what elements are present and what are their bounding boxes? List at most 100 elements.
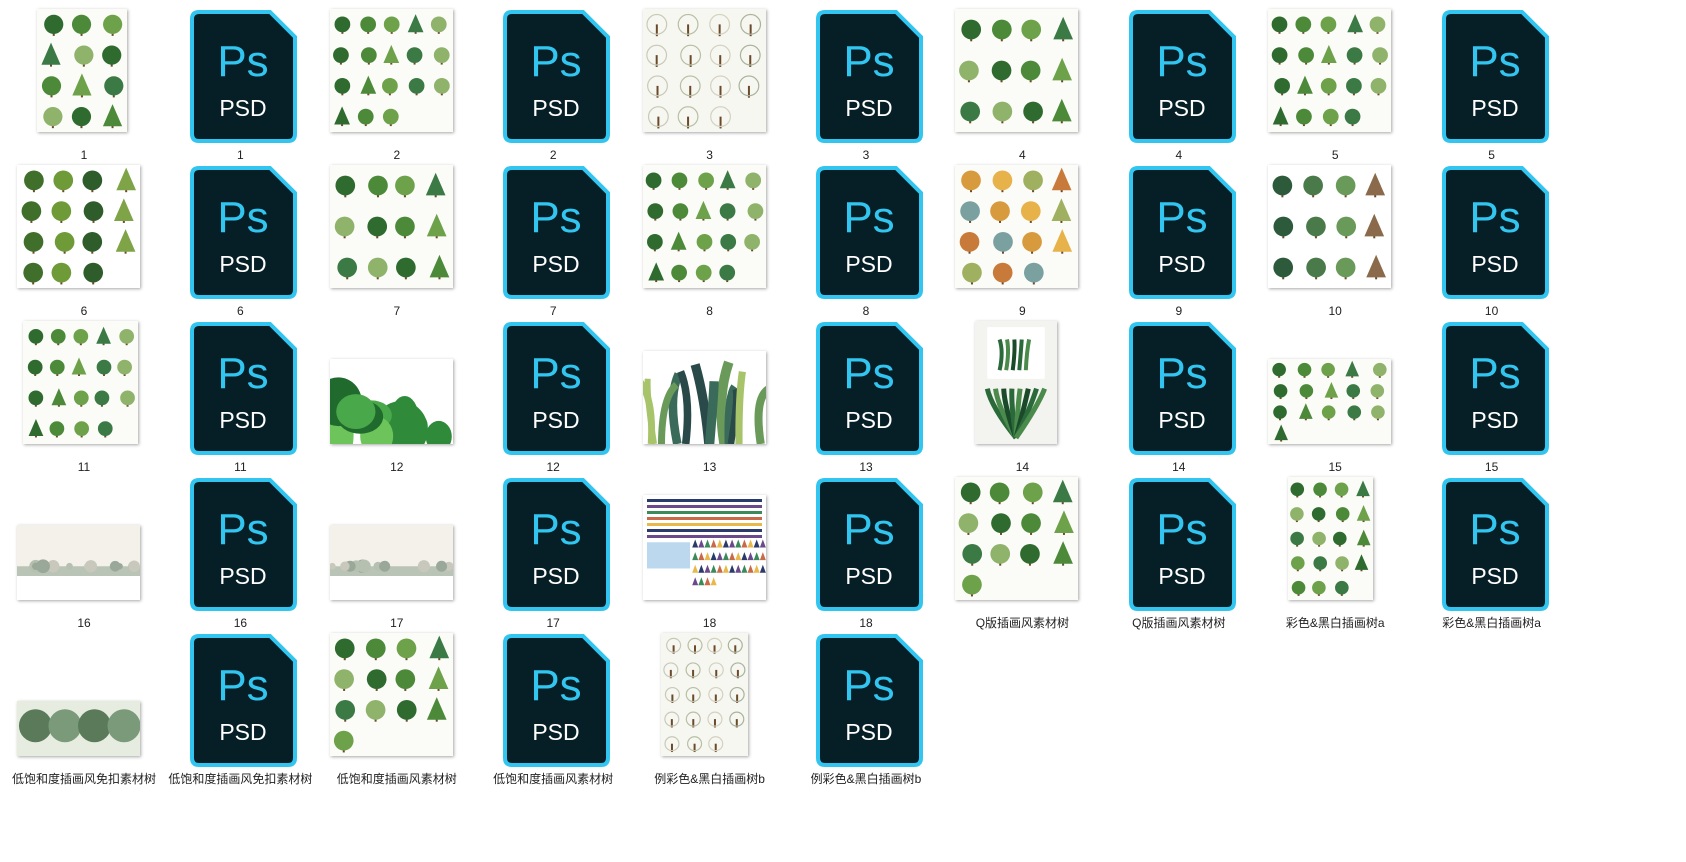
psd-file-item[interactable]: Ps PSD 9 bbox=[1095, 156, 1263, 324]
file-thumbnail: Ps PSD bbox=[782, 156, 950, 302]
psd-file-item[interactable]: Ps PSD 16 bbox=[156, 468, 324, 636]
file-thumbnail bbox=[0, 156, 168, 302]
image-file-item[interactable]: 彩色&黑白插画树a bbox=[1251, 468, 1419, 636]
psd-file-item[interactable]: Ps PSD Q版插画风素材树 bbox=[1095, 468, 1263, 636]
psd-file-item[interactable]: Ps PSD 低饱和度插画风免扣素材树 bbox=[156, 624, 324, 792]
file-thumbnail: Ps PSD bbox=[1095, 156, 1263, 302]
psd-file-item[interactable]: Ps PSD 5 bbox=[1408, 0, 1576, 168]
psd-file-item[interactable]: Ps PSD 8 bbox=[782, 156, 950, 324]
psd-file-item[interactable]: Ps PSD 2 bbox=[469, 0, 637, 168]
file-name-label: 低饱和度插画风素材树 bbox=[493, 772, 614, 786]
psd-text: PSD bbox=[845, 407, 892, 433]
image-file-item[interactable]: 1 bbox=[0, 0, 168, 168]
photoshop-psd-icon: Ps PSD bbox=[503, 10, 611, 143]
bushes-image bbox=[329, 359, 453, 444]
ps-text: Ps bbox=[843, 661, 894, 710]
psd-file-item[interactable]: Ps PSD 13 bbox=[782, 312, 950, 480]
file-thumbnail: Ps PSD bbox=[156, 156, 324, 302]
file-thumbnail bbox=[313, 156, 481, 302]
file-thumbnail: Ps PSD bbox=[1408, 468, 1576, 614]
psd-file-item[interactable]: Ps PSD 6 bbox=[156, 156, 324, 324]
plant-collage-image bbox=[1268, 165, 1392, 288]
psd-file-item[interactable]: Ps PSD 4 bbox=[1095, 0, 1263, 168]
psd-file-item[interactable]: Ps PSD 17 bbox=[469, 468, 637, 636]
image-file-item[interactable]: 8 bbox=[626, 156, 794, 324]
image-file-item[interactable]: 14 bbox=[938, 312, 1106, 480]
photoshop-psd-icon: Ps PSD bbox=[1441, 322, 1549, 455]
psd-file-item[interactable]: Ps PSD 14 bbox=[1095, 312, 1263, 480]
tree-collage-image bbox=[1288, 477, 1374, 600]
file-thumbnail: Ps PSD bbox=[1095, 468, 1263, 614]
tree-sketch-image bbox=[660, 633, 748, 756]
ps-text: Ps bbox=[1156, 349, 1207, 398]
psd-text: PSD bbox=[1471, 407, 1518, 433]
file-name-label: 彩色&黑白插画树a bbox=[1285, 616, 1385, 630]
psd-file-item[interactable]: Ps PSD 7 bbox=[469, 156, 637, 324]
image-file-item[interactable]: 17 bbox=[313, 468, 481, 636]
photoshop-psd-icon: Ps PSD bbox=[1128, 322, 1236, 455]
psd-file-item[interactable]: Ps PSD 12 bbox=[469, 312, 637, 480]
psd-file-item[interactable]: Ps PSD 1 bbox=[156, 0, 324, 168]
image-file-item[interactable]: 10 bbox=[1251, 156, 1419, 324]
psd-text: PSD bbox=[220, 95, 267, 121]
psd-text: PSD bbox=[1471, 251, 1518, 277]
file-thumbnail: Ps PSD bbox=[782, 312, 950, 458]
tree-collage-image bbox=[329, 633, 453, 756]
psd-file-item[interactable]: Ps PSD 低饱和度插画风素材树 bbox=[469, 624, 637, 792]
image-file-item[interactable]: 5 bbox=[1251, 0, 1419, 168]
image-file-item[interactable]: 6 bbox=[0, 156, 168, 324]
file-name-label: 低饱和度插画风素材树 bbox=[336, 772, 457, 786]
file-thumbnail: Ps PSD bbox=[782, 0, 950, 146]
ps-text: Ps bbox=[1156, 37, 1207, 86]
file-thumbnail: Ps PSD bbox=[469, 468, 637, 614]
image-file-item[interactable]: 13 bbox=[626, 312, 794, 480]
psd-file-item[interactable]: Ps PSD 3 bbox=[782, 0, 950, 168]
image-file-item[interactable]: 15 bbox=[1251, 312, 1419, 480]
ps-text: Ps bbox=[531, 349, 582, 398]
image-file-item[interactable]: 11 bbox=[0, 312, 168, 480]
file-thumbnail: Ps PSD bbox=[1408, 312, 1576, 458]
psd-text: PSD bbox=[220, 251, 267, 277]
image-file-item[interactable]: 低饱和度插画风素材树 bbox=[313, 624, 481, 792]
photoshop-psd-icon: Ps PSD bbox=[503, 478, 611, 611]
photoshop-psd-icon: Ps PSD bbox=[503, 166, 611, 299]
photoshop-psd-icon: Ps PSD bbox=[190, 166, 298, 299]
ps-text: Ps bbox=[1469, 193, 1520, 242]
photoshop-psd-icon: Ps PSD bbox=[816, 166, 923, 299]
psd-file-item[interactable]: Ps PSD 10 bbox=[1408, 156, 1576, 324]
file-thumbnail bbox=[313, 624, 481, 770]
photoshop-psd-icon: Ps PSD bbox=[816, 634, 923, 767]
photoshop-psd-icon: Ps PSD bbox=[1128, 478, 1236, 611]
image-file-item[interactable]: 9 bbox=[938, 156, 1106, 324]
ps-text: Ps bbox=[531, 37, 582, 86]
tree-collage-image bbox=[1268, 359, 1392, 444]
image-file-item[interactable]: 2 bbox=[313, 0, 481, 168]
tree-collage-image bbox=[955, 9, 1079, 132]
file-thumbnail bbox=[626, 624, 794, 770]
image-file-item[interactable]: 7 bbox=[313, 156, 481, 324]
image-file-item[interactable]: 低饱和度插画风免扣素材树 bbox=[0, 624, 168, 792]
image-file-item[interactable]: 例彩色&黑白插画树b bbox=[626, 624, 794, 792]
image-file-item[interactable]: 12 bbox=[313, 312, 481, 480]
image-file-item[interactable]: 3 bbox=[626, 0, 794, 168]
ps-text: Ps bbox=[843, 37, 894, 86]
image-file-item[interactable]: 4 bbox=[938, 0, 1106, 168]
tree-collage-image bbox=[23, 321, 138, 444]
image-file-item[interactable]: Q版插画风素材树 bbox=[938, 468, 1106, 636]
file-thumbnail: Ps PSD bbox=[156, 0, 324, 146]
ps-text: Ps bbox=[1469, 37, 1520, 86]
image-file-item[interactable]: 18 bbox=[626, 468, 794, 636]
psd-text: PSD bbox=[1158, 251, 1205, 277]
tree-collage-image bbox=[955, 477, 1079, 600]
ps-text: Ps bbox=[1469, 349, 1520, 398]
file-thumbnail bbox=[0, 468, 168, 614]
image-file-item[interactable]: 16 bbox=[0, 468, 168, 636]
psd-file-item[interactable]: Ps PSD 18 bbox=[782, 468, 950, 636]
psd-file-item[interactable]: Ps PSD 15 bbox=[1408, 312, 1576, 480]
psd-file-item[interactable]: Ps PSD 例彩色&黑白插画树b bbox=[782, 624, 950, 792]
file-thumbnail bbox=[626, 312, 794, 458]
psd-file-item[interactable]: Ps PSD 彩色&黑白插画树a bbox=[1408, 468, 1576, 636]
photoshop-psd-icon: Ps PSD bbox=[190, 634, 298, 767]
psd-file-item[interactable]: Ps PSD 11 bbox=[156, 312, 324, 480]
landscape-strip-image bbox=[17, 525, 140, 600]
